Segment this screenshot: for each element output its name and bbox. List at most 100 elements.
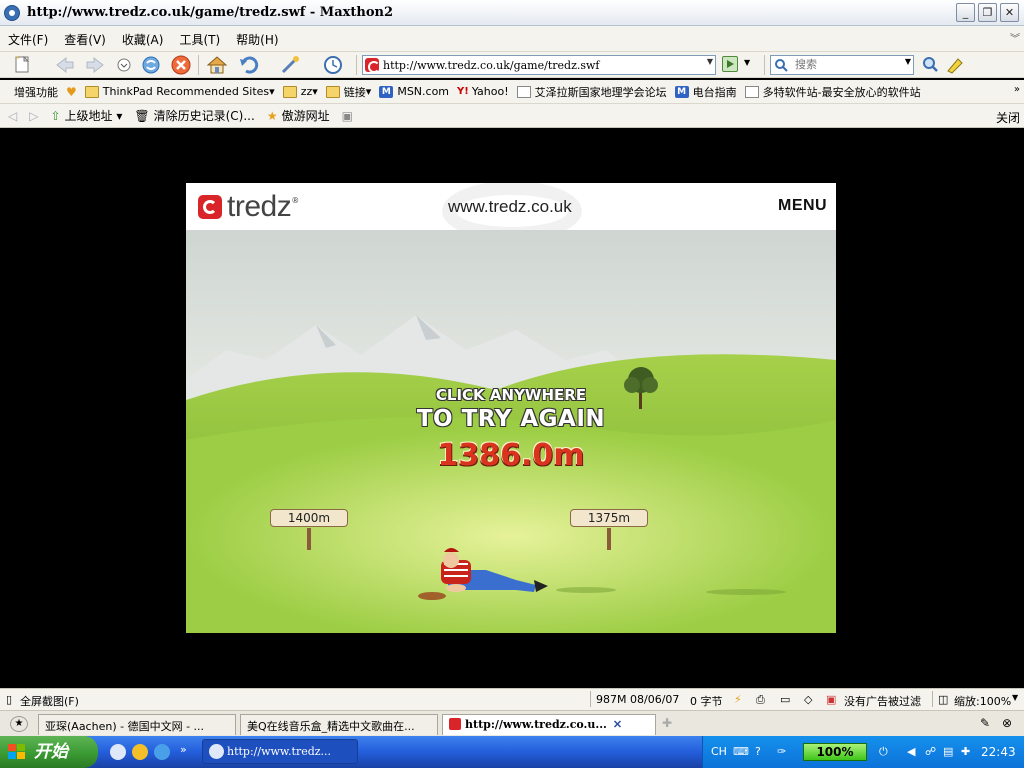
tag-icon[interactable]: ◇ bbox=[804, 693, 812, 706]
home-icon[interactable] bbox=[206, 55, 228, 75]
flash-game[interactable]: tredz ® www.tredz.co.uk MENU CLICK ANYWH… bbox=[186, 183, 836, 633]
close-history-bar-button[interactable]: 关闭 bbox=[996, 109, 1020, 126]
taskbar-window-button[interactable]: http://www.tredz... bbox=[202, 739, 358, 764]
zoom-level[interactable]: 缩放:100% bbox=[954, 693, 1011, 709]
search-engine-icon[interactable] bbox=[774, 58, 792, 75]
url-input[interactable] bbox=[383, 57, 693, 73]
camera-icon[interactable]: ▣ bbox=[342, 109, 353, 123]
tools-icon[interactable]: ✎ bbox=[980, 716, 990, 730]
search-box[interactable]: ▼ bbox=[770, 55, 914, 75]
close-window-button[interactable]: ✕ bbox=[1000, 3, 1019, 22]
clock-icon[interactable] bbox=[322, 55, 344, 75]
tab-tredz[interactable]: http://www.tredz.co.u... ✕ bbox=[442, 714, 656, 735]
maxthon-favorites-link[interactable]: ★ 傲游网址 bbox=[267, 107, 330, 124]
forward-icon[interactable] bbox=[84, 55, 106, 75]
windows-taskbar: 开始 » http://www.tredz... CH ⌨ ? ✑ 100% ⏻… bbox=[0, 736, 1024, 768]
enhance-features-button[interactable]: 增强功能 bbox=[14, 84, 58, 100]
refresh-icon[interactable] bbox=[140, 55, 162, 75]
ad-filter-icon[interactable]: ▣ bbox=[826, 693, 836, 706]
menu-favorites[interactable]: 收藏(A) bbox=[122, 31, 164, 48]
bookmark-zz[interactable]: zz ▾ bbox=[282, 85, 318, 98]
bookmark-radio[interactable]: M 电台指南 bbox=[674, 84, 737, 100]
folder-icon bbox=[325, 85, 340, 98]
search-input[interactable] bbox=[795, 57, 895, 73]
window-title: http://www.tredz.co.uk/game/tredz.swf - … bbox=[27, 5, 393, 20]
magic-wand-icon[interactable] bbox=[280, 55, 302, 75]
chevron-left-icon[interactable]: ◀ bbox=[907, 745, 915, 758]
bookmark-thinkpad[interactable]: ThinkPad Recommended Sites ▾ bbox=[84, 85, 275, 98]
page-icon: ▯ bbox=[6, 693, 13, 706]
undo-close-icon[interactable] bbox=[238, 55, 260, 75]
folder-icon[interactable]: ▭ bbox=[780, 693, 790, 706]
search-icon[interactable] bbox=[920, 55, 942, 75]
fullscreen-screenshot-button[interactable]: 全屏截图(F) bbox=[20, 693, 79, 709]
clear-history-button[interactable]: 🗑 清除历史记录(C)... bbox=[134, 107, 254, 124]
ime-indicator[interactable]: CH bbox=[711, 745, 727, 758]
chevron-down-icon[interactable]: ︾ bbox=[1008, 30, 1022, 46]
tab-aachen[interactable]: 亚琛(Aachen) - 德国中文网 - ... bbox=[38, 714, 236, 735]
tab-music[interactable]: 美Q在线音乐盒_精选中文歌曲在... bbox=[240, 714, 438, 735]
address-bar[interactable]: ▼ bbox=[362, 55, 716, 75]
close-all-tabs-icon[interactable]: ⊗ bbox=[1002, 716, 1012, 730]
tab-menu-star-icon[interactable]: ★ bbox=[10, 716, 28, 732]
chevron-down-icon[interactable]: ▼ bbox=[1012, 693, 1018, 702]
new-page-icon[interactable] bbox=[12, 55, 34, 75]
menu-tools[interactable]: 工具(T) bbox=[179, 31, 220, 48]
menu-help[interactable]: 帮助(H) bbox=[236, 31, 278, 48]
maxthon-quicklaunch-icon[interactable] bbox=[110, 744, 126, 760]
start-button[interactable]: 开始 bbox=[0, 736, 98, 768]
help-icon[interactable]: ? bbox=[755, 745, 761, 758]
page-icon bbox=[516, 85, 531, 98]
trash-icon: 🗑 bbox=[134, 108, 150, 123]
bookmark-msn[interactable]: M MSN.com bbox=[379, 85, 449, 98]
distance-score: 1386.0m bbox=[437, 438, 585, 473]
status-bar: ▯ 全屏截图(F) 987M 08/06/07 0 字节 ⚡ ⎙ ▭ ◇ ▣ 没… bbox=[0, 688, 1024, 710]
network-icon[interactable]: ☍ bbox=[925, 745, 936, 758]
battery-meter[interactable]: 100% bbox=[803, 743, 867, 761]
forward-small-icon[interactable]: ▷ bbox=[29, 109, 38, 123]
power-plug-icon[interactable]: ⏻ bbox=[879, 745, 888, 759]
chevron-right-icon[interactable]: » bbox=[180, 743, 187, 756]
menu-view[interactable]: 查看(V) bbox=[64, 31, 106, 48]
keyboard-icon[interactable]: ⌨ bbox=[733, 745, 749, 758]
highlight-icon[interactable] bbox=[944, 55, 966, 75]
menu-file[interactable]: 文件(F) bbox=[8, 31, 48, 48]
maximize-button[interactable]: ❐ bbox=[978, 3, 997, 22]
zoom-icon[interactable]: ◫ bbox=[938, 693, 948, 706]
ad-filter-status[interactable]: 没有广告被过滤 bbox=[844, 693, 921, 709]
qq-icon[interactable] bbox=[132, 744, 148, 760]
msn-icon: M bbox=[674, 85, 689, 98]
favorites-heart-icon[interactable]: ♥ bbox=[66, 85, 77, 99]
bookmark-links[interactable]: 链接 ▾ bbox=[325, 84, 371, 100]
tredz-logo[interactable]: tredz ® bbox=[198, 190, 299, 224]
pen-icon[interactable]: ✑ bbox=[777, 745, 786, 758]
chevron-right-icon[interactable]: » bbox=[1014, 84, 1020, 95]
game-scene[interactable]: CLICK ANYWHERE TO TRY AGAIN 1386.0m 1400… bbox=[186, 230, 836, 633]
lightning-icon[interactable]: ⚡ bbox=[734, 693, 742, 706]
ie-icon[interactable] bbox=[154, 744, 170, 760]
folder-icon bbox=[84, 85, 99, 98]
windows-flag-icon bbox=[8, 744, 26, 760]
minimize-button[interactable]: _ bbox=[956, 3, 975, 22]
up-address-button[interactable]: ⇧ 上级地址 ▾ bbox=[50, 107, 122, 124]
security-icon[interactable]: ✚ bbox=[961, 745, 970, 758]
chevron-down-icon[interactable]: ▼ bbox=[905, 57, 911, 66]
chevron-down-icon[interactable]: ▼ bbox=[707, 57, 713, 66]
history-dropdown-icon[interactable] bbox=[114, 55, 136, 75]
go-button[interactable] bbox=[722, 56, 738, 72]
bookmark-azeroth[interactable]: 艾泽拉斯国家地理学会论坛 bbox=[516, 84, 667, 100]
page-content: tredz ® www.tredz.co.uk MENU CLICK ANYWH… bbox=[0, 129, 1024, 688]
new-tab-icon[interactable]: ✚ bbox=[662, 716, 672, 730]
printer-icon[interactable]: ⎙ bbox=[756, 693, 765, 707]
stop-icon[interactable] bbox=[170, 55, 192, 75]
monitor-icon[interactable]: ▤ bbox=[943, 745, 953, 758]
close-tab-icon[interactable]: ✕ bbox=[613, 718, 622, 731]
memory-usage: 987M bbox=[596, 693, 627, 706]
back-icon[interactable] bbox=[54, 55, 76, 75]
back-small-icon[interactable]: ◁ bbox=[8, 109, 17, 123]
bookmark-yahoo[interactable]: Y! Yahoo! bbox=[457, 85, 509, 98]
chevron-down-icon[interactable]: ▼ bbox=[744, 58, 750, 67]
game-menu-button[interactable]: MENU bbox=[778, 197, 827, 215]
bookmark-duote[interactable]: 多特软件站-最安全放心的软件站 bbox=[744, 84, 921, 100]
bytes-count: 0 字节 bbox=[690, 695, 723, 708]
